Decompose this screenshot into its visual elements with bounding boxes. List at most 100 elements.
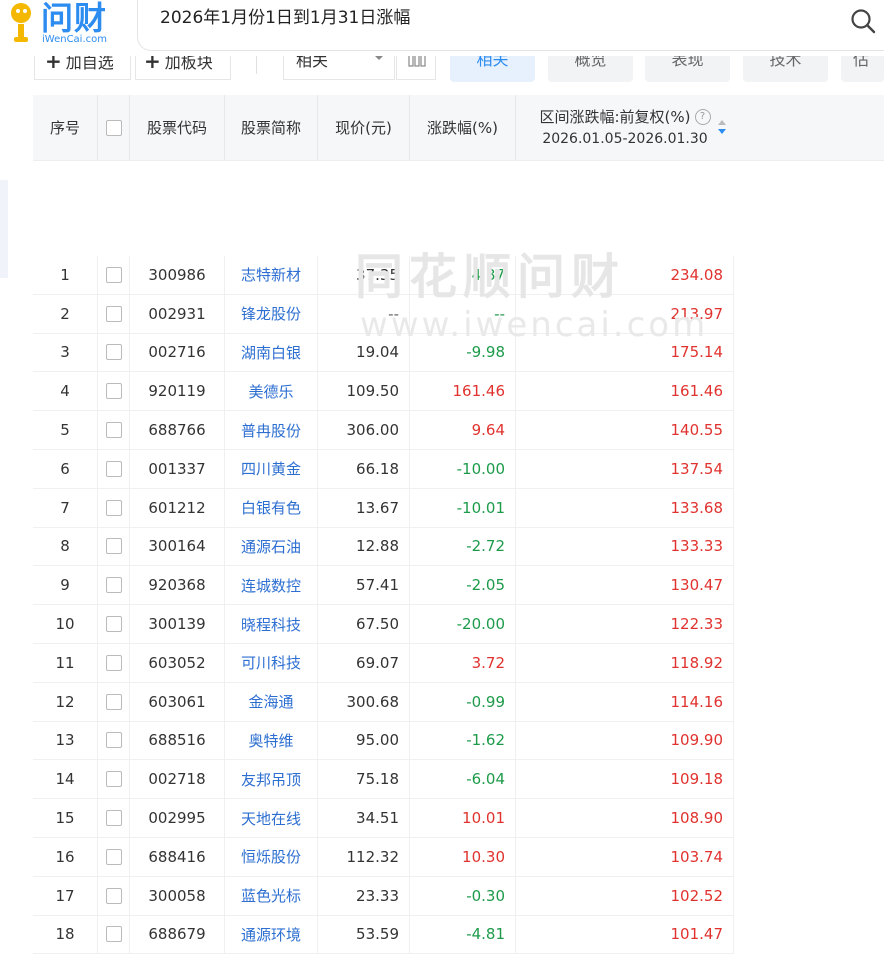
stock-name-link[interactable]: 通源石油 bbox=[225, 527, 318, 566]
sort-icon[interactable] bbox=[717, 119, 727, 135]
table-row[interactable]: 17 300058 蓝色光标 23.33 -0.30 102.52 bbox=[33, 876, 734, 916]
stock-name-link[interactable]: 晓程科技 bbox=[225, 605, 318, 643]
stock-change: -10.00 bbox=[410, 449, 516, 488]
row-checkbox[interactable] bbox=[105, 810, 122, 827]
row-checkbox[interactable] bbox=[105, 887, 122, 904]
stock-range-change: 114.16 bbox=[516, 682, 734, 721]
stock-name-link[interactable]: 白银有色 bbox=[225, 488, 318, 527]
row-checkbox[interactable] bbox=[105, 266, 122, 283]
table-row[interactable]: 1 300986 志特新材 37.35 -4.87 234.08 bbox=[33, 256, 734, 295]
row-checkbox[interactable] bbox=[105, 344, 122, 361]
stock-name-link[interactable]: 通源环境 bbox=[225, 915, 318, 954]
stock-name-link[interactable]: 锋龙股份 bbox=[225, 294, 318, 333]
stock-name-link[interactable]: 蓝色光标 bbox=[225, 876, 318, 915]
row-checkbox[interactable] bbox=[105, 383, 122, 400]
row-checkbox[interactable] bbox=[105, 693, 122, 710]
row-checkbox[interactable] bbox=[105, 732, 122, 749]
row-select[interactable] bbox=[98, 799, 130, 837]
header-name[interactable]: 股票简称 bbox=[225, 95, 318, 160]
row-checkbox[interactable] bbox=[105, 577, 122, 594]
stock-change: 161.46 bbox=[410, 372, 516, 411]
table-row[interactable]: 10 300139 晓程科技 67.50 -20.00 122.33 bbox=[33, 605, 734, 644]
row-select[interactable] bbox=[98, 643, 130, 682]
stock-code: 601212 bbox=[130, 488, 225, 527]
stock-range-change: 130.47 bbox=[516, 566, 734, 605]
table-row[interactable]: 5 688766 普冉股份 306.00 9.64 140.55 bbox=[33, 411, 734, 450]
search-query-text[interactable]: 2026年1月份1日到1月31日涨幅 bbox=[160, 6, 410, 30]
row-checkbox[interactable] bbox=[105, 848, 122, 865]
stock-name-link[interactable]: 连城数控 bbox=[225, 566, 318, 605]
row-select[interactable] bbox=[98, 915, 130, 954]
help-icon[interactable]: ? bbox=[694, 109, 711, 125]
stock-name-link[interactable]: 金海通 bbox=[225, 682, 318, 721]
table-row[interactable]: 12 603061 金海通 300.68 -0.99 114.16 bbox=[33, 682, 734, 722]
stock-price: 306.00 bbox=[318, 411, 410, 449]
table-row[interactable]: 15 002995 天地在线 34.51 10.01 108.90 bbox=[33, 799, 734, 838]
row-select[interactable] bbox=[98, 566, 130, 605]
stock-price: 19.04 bbox=[318, 333, 410, 372]
stock-name-link[interactable]: 美德乐 bbox=[225, 372, 318, 411]
stock-name-link[interactable]: 志特新材 bbox=[225, 256, 318, 294]
row-checkbox[interactable] bbox=[105, 616, 122, 633]
stock-price: 12.88 bbox=[318, 527, 410, 566]
row-select[interactable] bbox=[98, 372, 130, 411]
search-box[interactable]: 2026年1月份1日到1月31日涨幅 bbox=[137, 0, 884, 51]
header-change[interactable]: 涨跌幅(%) bbox=[410, 95, 516, 160]
stock-price: 69.07 bbox=[318, 643, 410, 682]
stock-name-link[interactable]: 奥特维 bbox=[225, 721, 318, 760]
stock-name-link[interactable]: 可川科技 bbox=[225, 643, 318, 682]
row-index: 4 bbox=[33, 372, 98, 411]
row-checkbox[interactable] bbox=[105, 771, 122, 788]
row-checkbox[interactable] bbox=[105, 538, 122, 555]
row-checkbox[interactable] bbox=[105, 654, 122, 671]
header-price[interactable]: 现价(元) bbox=[318, 95, 410, 160]
stock-name-link[interactable]: 普冉股份 bbox=[225, 411, 318, 449]
row-select[interactable] bbox=[98, 449, 130, 488]
row-checkbox[interactable] bbox=[105, 460, 122, 477]
table-row[interactable]: 18 688679 通源环境 53.59 -4.81 101.47 bbox=[33, 915, 734, 954]
row-select[interactable] bbox=[98, 605, 130, 643]
stock-name-link[interactable]: 天地在线 bbox=[225, 799, 318, 837]
row-select[interactable] bbox=[98, 760, 130, 799]
row-select[interactable] bbox=[98, 488, 130, 527]
row-select[interactable] bbox=[98, 721, 130, 760]
row-select[interactable] bbox=[98, 333, 130, 372]
range-change-dates: 2026.01.05-2026.01.30 bbox=[542, 130, 708, 147]
stock-range-change: 137.54 bbox=[516, 449, 734, 488]
stock-name-link[interactable]: 四川黄金 bbox=[225, 449, 318, 488]
stock-change: -2.05 bbox=[410, 566, 516, 605]
row-index: 12 bbox=[33, 682, 98, 721]
stock-name-link[interactable]: 湖南白银 bbox=[225, 333, 318, 372]
row-select[interactable] bbox=[98, 256, 130, 294]
select-all-checkbox[interactable] bbox=[105, 119, 122, 136]
row-checkbox[interactable] bbox=[105, 422, 122, 439]
table-row[interactable]: 9 920368 连城数控 57.41 -2.05 130.47 bbox=[33, 566, 734, 606]
stock-code: 603061 bbox=[130, 682, 225, 721]
row-checkbox[interactable] bbox=[105, 926, 122, 943]
header-index: 序号 bbox=[33, 95, 98, 160]
stock-name-link[interactable]: 友邦吊顶 bbox=[225, 760, 318, 799]
row-select[interactable] bbox=[98, 411, 130, 449]
row-select[interactable] bbox=[98, 876, 130, 915]
row-checkbox[interactable] bbox=[105, 499, 122, 516]
search-icon[interactable] bbox=[850, 8, 876, 34]
row-checkbox[interactable] bbox=[105, 305, 122, 322]
table-row[interactable]: 6 001337 四川黄金 66.18 -10.00 137.54 bbox=[33, 449, 734, 489]
table-row[interactable]: 2 002931 锋龙股份 -- -- 213.97 bbox=[33, 294, 734, 334]
table-row[interactable]: 3 002716 湖南白银 19.04 -9.98 175.14 bbox=[33, 333, 734, 373]
header-select-all[interactable] bbox=[98, 95, 130, 160]
iwencai-logo[interactable]: 问财 iWenCai.com bbox=[8, 0, 113, 48]
row-select[interactable] bbox=[98, 682, 130, 721]
table-row[interactable]: 11 603052 可川科技 69.07 3.72 118.92 bbox=[33, 643, 734, 683]
row-select[interactable] bbox=[98, 527, 130, 566]
header-range-change[interactable]: 区间涨跌幅:前复权(%)? 2026.01.05-2026.01.30 bbox=[516, 95, 734, 160]
table-row[interactable]: 13 688516 奥特维 95.00 -1.62 109.90 bbox=[33, 721, 734, 761]
table-row[interactable]: 14 002718 友邦吊顶 75.18 -6.04 109.18 bbox=[33, 760, 734, 800]
stock-price: 13.67 bbox=[318, 488, 410, 527]
table-row[interactable]: 4 920119 美德乐 109.50 161.46 161.46 bbox=[33, 372, 734, 412]
stock-price: 67.50 bbox=[318, 605, 410, 643]
row-select[interactable] bbox=[98, 294, 130, 333]
table-row[interactable]: 7 601212 白银有色 13.67 -10.01 133.68 bbox=[33, 488, 734, 528]
header-code[interactable]: 股票代码 bbox=[130, 95, 225, 160]
table-row[interactable]: 8 300164 通源石油 12.88 -2.72 133.33 bbox=[33, 527, 734, 567]
